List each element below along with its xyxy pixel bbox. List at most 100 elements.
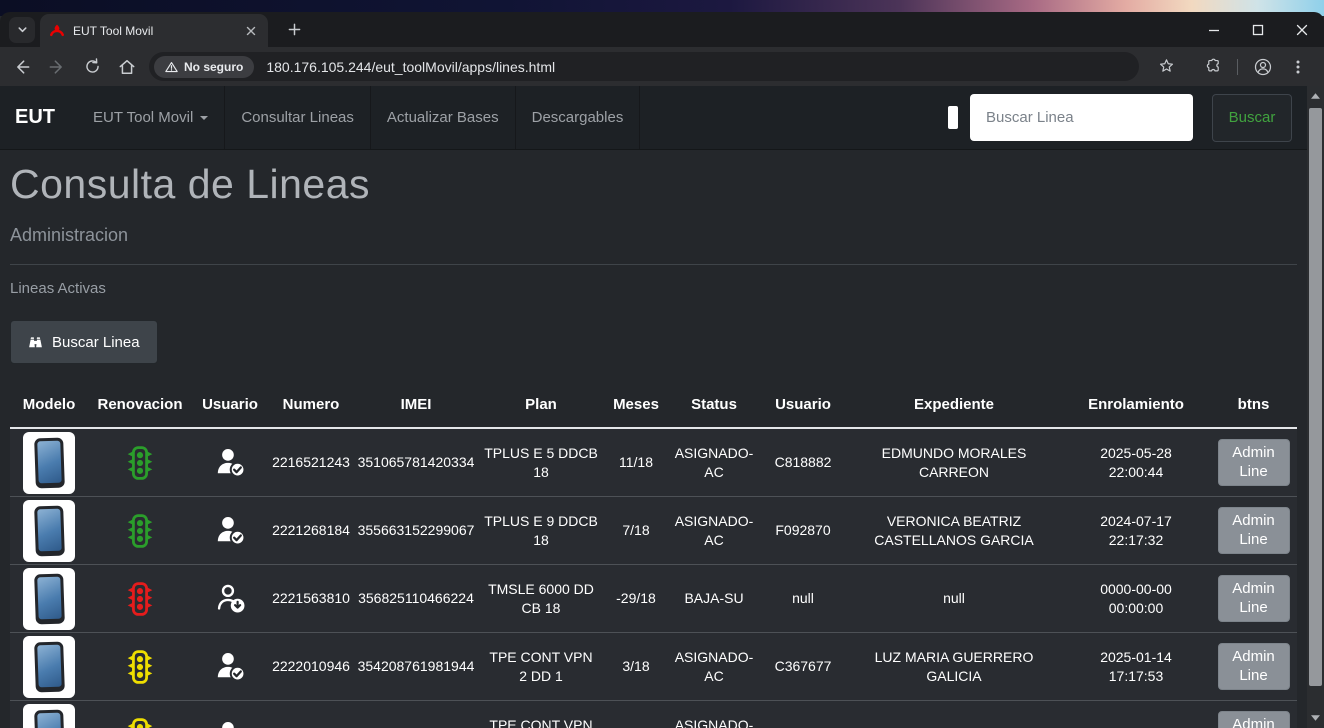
phone-thumbnail bbox=[23, 704, 75, 728]
phone-thumbnail bbox=[23, 636, 75, 698]
cell-plan: TPLUS E 9 DDCB 18 bbox=[478, 512, 604, 550]
nav-item-eut-tool-movil[interactable]: EUT Tool Movil bbox=[77, 86, 225, 149]
bookmark-star-icon[interactable] bbox=[1150, 51, 1182, 83]
enrol-time: 22:00:44 bbox=[1109, 463, 1164, 482]
browser-tab[interactable]: EUT Tool Movil bbox=[40, 14, 268, 47]
profile-avatar-icon[interactable] bbox=[1247, 51, 1279, 83]
minimize-button[interactable] bbox=[1192, 12, 1236, 47]
maximize-button[interactable] bbox=[1236, 12, 1280, 47]
cell-imei: 356825110466224 bbox=[354, 589, 478, 608]
home-button[interactable] bbox=[111, 51, 143, 83]
cell-numero: 2221563810 bbox=[268, 589, 354, 608]
enrol-time: 17:17:53 bbox=[1109, 667, 1164, 686]
page-scrollbar[interactable] bbox=[1307, 86, 1324, 728]
enrol-time: 00:00:00 bbox=[1109, 599, 1164, 618]
user-status-icon bbox=[214, 582, 247, 615]
divider bbox=[10, 264, 1297, 265]
toolbar-right bbox=[1147, 51, 1314, 83]
cell-status: ASIGNADO-AC bbox=[668, 716, 760, 728]
forward-button[interactable] bbox=[41, 51, 73, 83]
cell-enrolamiento: 2025-01-14 17:17:53 bbox=[1062, 648, 1210, 686]
user-status-icon bbox=[214, 514, 247, 547]
tab-close-icon[interactable] bbox=[242, 22, 259, 39]
traffic-light-icon bbox=[125, 650, 155, 684]
menu-kebab-icon[interactable] bbox=[1282, 51, 1314, 83]
extensions-puzzle-icon[interactable] bbox=[1196, 51, 1228, 83]
admin-line-button[interactable]: Admin Line bbox=[1218, 439, 1290, 487]
col-header-meses: Meses bbox=[604, 396, 668, 413]
webpage-viewport: EUT EUT Tool Movil Consultar Lineas Actu… bbox=[0, 86, 1324, 728]
buscar-linea-button[interactable]: Buscar Linea bbox=[10, 320, 158, 364]
scroll-up-arrow-icon[interactable] bbox=[1307, 88, 1324, 104]
enrol-date: 2025-01-14 bbox=[1100, 648, 1172, 667]
cell-usuario: null bbox=[760, 589, 846, 608]
col-header-btns: btns bbox=[1210, 396, 1297, 413]
cell-expediente: null bbox=[846, 589, 1062, 608]
tab-search-button[interactable] bbox=[9, 17, 35, 43]
nav-item-consultar-lineas[interactable]: Consultar Lineas bbox=[225, 86, 371, 149]
cell-meses: 11/18 bbox=[604, 453, 668, 472]
cell-enrolamiento: 2024-07-17 22:17:32 bbox=[1062, 512, 1210, 550]
scroll-down-arrow-icon[interactable] bbox=[1307, 710, 1324, 726]
cell-imei: 355663152299067 bbox=[354, 521, 478, 540]
enrol-time: 22:17:32 bbox=[1109, 531, 1164, 550]
tab-title: EUT Tool Movil bbox=[73, 24, 242, 38]
screen: EUT Tool Movil bbox=[0, 0, 1324, 728]
buscar-button[interactable]: Buscar bbox=[1212, 94, 1292, 142]
traffic-light-icon bbox=[125, 446, 155, 480]
admin-line-button[interactable]: Admin Line bbox=[1218, 643, 1290, 691]
cell-expediente: LUZ MARIA GUERRERO GALICIA bbox=[846, 648, 1062, 686]
col-header-usuario2: Usuario bbox=[760, 396, 846, 413]
browser-titlebar: EUT Tool Movil bbox=[0, 12, 1324, 47]
cell-status: ASIGNADO-AC bbox=[668, 512, 760, 550]
reload-button[interactable] bbox=[76, 51, 108, 83]
cell-plan: TMSLE 6000 DD CB 18 bbox=[478, 580, 604, 618]
site-navbar: EUT EUT Tool Movil Consultar Lineas Actu… bbox=[0, 86, 1307, 150]
cell-status: ASIGNADO-AC bbox=[668, 648, 760, 686]
cell-usuario: F092870 bbox=[760, 521, 846, 540]
warning-icon bbox=[165, 61, 178, 73]
nav-item-descargables[interactable]: Descargables bbox=[516, 86, 641, 149]
nav-item-label: Actualizar Bases bbox=[387, 109, 499, 126]
col-header-status: Status bbox=[668, 396, 760, 413]
cell-plan: TPE CONT VPN 2 DD 1 bbox=[478, 648, 604, 686]
enrol-date: 0000-00-00 bbox=[1100, 580, 1172, 599]
nav-item-label: Descargables bbox=[532, 109, 624, 126]
phone-thumbnail bbox=[23, 500, 75, 562]
table-header-row: Modelo Renovacion Usuario Numero IMEI Pl… bbox=[10, 381, 1297, 429]
new-tab-button[interactable] bbox=[281, 17, 307, 43]
traffic-light-icon bbox=[125, 582, 155, 616]
table-row: 2221268184 355663152299067 TPLUS E 9 DDC… bbox=[10, 497, 1297, 565]
chevron-down-icon bbox=[16, 23, 29, 36]
col-header-renovacion: Renovacion bbox=[88, 396, 192, 413]
table-row: TPE CONT VPN 2 ASIGNADO-AC 2025-04-28 Ad… bbox=[10, 701, 1297, 728]
security-chip[interactable]: No seguro bbox=[154, 56, 254, 78]
cell-meses: 7/18 bbox=[604, 521, 668, 540]
search-line-input[interactable] bbox=[970, 94, 1193, 141]
cell-numero: 2216521243 bbox=[268, 453, 354, 472]
page-title: Consulta de Lineas bbox=[10, 161, 1297, 208]
cell-imei: 351065781420334 bbox=[354, 453, 478, 472]
traffic-light-icon bbox=[125, 718, 155, 728]
admin-line-button[interactable]: Admin Line bbox=[1218, 507, 1290, 555]
address-bar[interactable]: No seguro 180.176.105.244/eut_toolMovil/… bbox=[149, 52, 1139, 81]
cell-meses: 3/18 bbox=[604, 657, 668, 676]
close-window-button[interactable] bbox=[1280, 12, 1324, 47]
nav-item-actualizar-bases[interactable]: Actualizar Bases bbox=[371, 86, 516, 149]
cell-usuario: C818882 bbox=[760, 453, 846, 472]
back-button[interactable] bbox=[6, 51, 38, 83]
page-subtitle: Administracion bbox=[10, 225, 1297, 246]
admin-line-button[interactable]: Admin Line bbox=[1218, 711, 1290, 728]
cell-usuario: C367677 bbox=[760, 657, 846, 676]
table-row: 2221563810 356825110466224 TMSLE 6000 DD… bbox=[10, 565, 1297, 633]
section-label: Lineas Activas bbox=[10, 280, 1297, 297]
admin-line-button[interactable]: Admin Line bbox=[1218, 575, 1290, 623]
security-chip-label: No seguro bbox=[184, 60, 243, 74]
cell-imei: 354208761981944 bbox=[354, 657, 478, 676]
navbar-brand[interactable]: EUT bbox=[0, 106, 77, 129]
col-header-enrolamiento: Enrolamiento bbox=[1062, 396, 1210, 413]
caret-down-icon bbox=[200, 116, 208, 120]
cell-enrolamiento: 0000-00-00 00:00:00 bbox=[1062, 580, 1210, 618]
cell-numero: 2222010946 bbox=[268, 657, 354, 676]
scrollbar-thumb[interactable] bbox=[1309, 108, 1322, 686]
